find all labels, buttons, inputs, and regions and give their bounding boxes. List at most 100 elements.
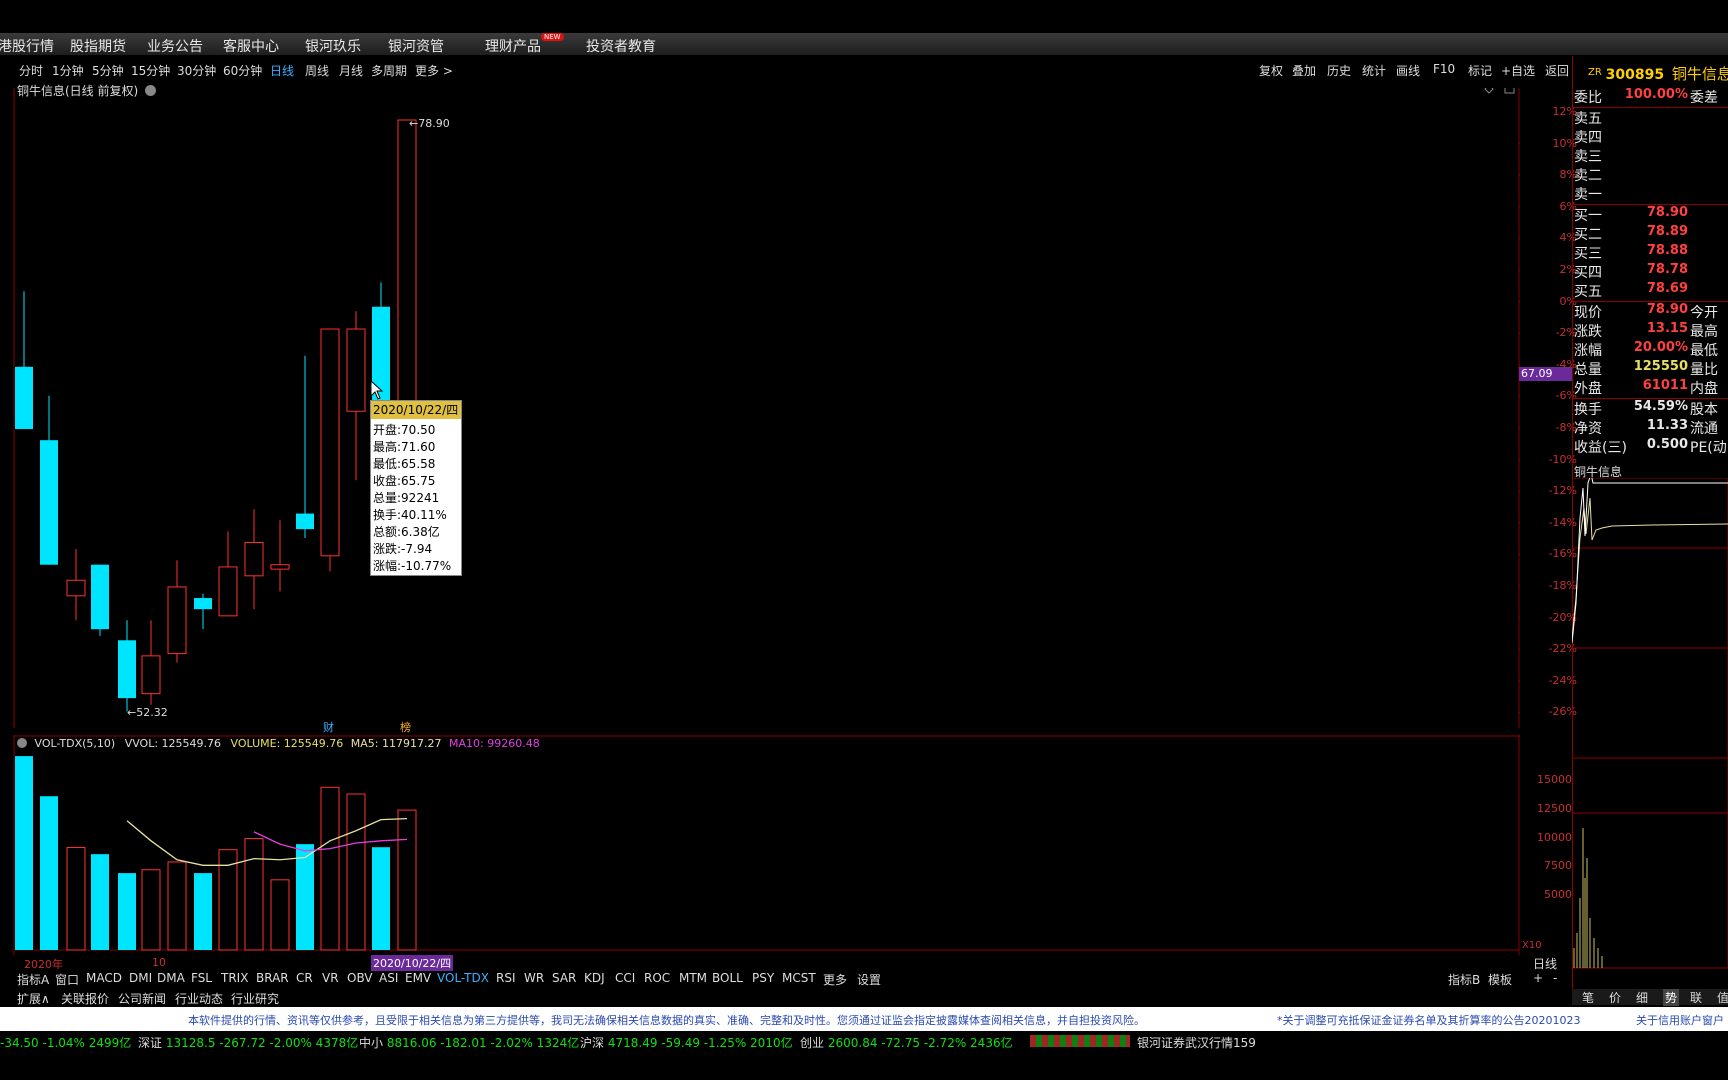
indicator-tab-roc[interactable]: ROC <box>644 971 670 985</box>
stat-value: 61011 <box>1642 378 1688 393</box>
sell4-row: 卖四 <box>1574 127 1728 146</box>
candle-body-up <box>270 564 290 570</box>
industry-research-tab[interactable]: 行业研究 <box>231 990 279 1007</box>
percent-tick: -4% <box>1555 357 1577 371</box>
indicator-tab-vr[interactable]: VR <box>322 971 339 985</box>
tool-draw[interactable]: 画线 <box>1396 62 1420 79</box>
tool-fuquan[interactable]: 复权 <box>1259 62 1283 79</box>
volume-tick: 12500 <box>1537 801 1572 815</box>
expand-tab[interactable]: 扩展∧ <box>17 990 50 1007</box>
indicator-tab-mcst[interactable]: MCST <box>782 971 816 985</box>
indicator-tab-brar[interactable]: BRAR <box>256 971 289 985</box>
indicator-tab-settings[interactable]: 设置 <box>857 971 881 988</box>
zoom-out-button[interactable]: - <box>1553 971 1557 985</box>
ticker-sh-value: -34.50 -1.04% 2499亿 <box>0 1036 132 1050</box>
menu-item-education[interactable]: 投资者教育 <box>586 36 656 56</box>
indicator-tab-dma[interactable]: DMA <box>157 971 185 985</box>
menu-item-hk[interactable]: 港股行情 <box>0 36 54 56</box>
indicator-tab-cci[interactable]: CCI <box>615 971 635 985</box>
period-multi[interactable]: 多周期 <box>371 62 407 79</box>
earnings-marker[interactable]: 财 <box>323 719 334 735</box>
notice-2[interactable]: 关于信用账户窗户 <box>1636 1012 1724 1028</box>
indicator-tab-rsi[interactable]: RSI <box>496 971 516 985</box>
tool-add-watchlist[interactable]: +自选 <box>1501 62 1535 79</box>
indicator-tab-fsl[interactable]: FSL <box>191 971 212 985</box>
buy2-label: 买二 <box>1574 227 1602 243</box>
indicator-tab-trix[interactable]: TRIX <box>221 971 248 985</box>
tool-overlay[interactable]: 叠加 <box>1292 62 1316 79</box>
sell5-row: 卖五 <box>1574 108 1728 127</box>
period-fenshi[interactable]: 分时 <box>19 62 43 79</box>
tooltip-change: 涨跌:-7.94 <box>373 542 433 556</box>
stat-value: 54.59% <box>1633 399 1688 414</box>
indicator-tab-mtm[interactable]: MTM <box>679 971 707 985</box>
indicator-tab-wr[interactable]: WR <box>524 971 544 985</box>
mini-tab-value[interactable]: 值 <box>1717 989 1728 1006</box>
indicator-tab-macd[interactable]: MACD <box>86 971 122 985</box>
indicator-tab-sar[interactable]: SAR <box>552 971 576 985</box>
indicator-tab-window[interactable]: 窗口 <box>55 971 79 988</box>
indicator-tab-a[interactable]: 指标A <box>17 971 49 988</box>
mini-tab-trade[interactable]: 笔 <box>1582 989 1594 1006</box>
indicator-tab-boll[interactable]: BOLL <box>712 971 743 985</box>
indicator-tab-obv[interactable]: OBV <box>347 971 373 985</box>
mini-tab-detail[interactable]: 细 <box>1636 989 1648 1006</box>
tool-back[interactable]: 返回 <box>1545 62 1569 79</box>
candle-body-down <box>118 640 136 699</box>
industry-news-tab[interactable]: 行业动态 <box>175 990 223 1007</box>
period-more[interactable]: 更多 > <box>415 62 453 79</box>
tool-history[interactable]: 历史 <box>1327 62 1351 79</box>
indicator-tab-kdj[interactable]: KDJ <box>584 971 605 985</box>
indicator-tab-cr[interactable]: CR <box>296 971 313 985</box>
percent-tick: -22% <box>1548 642 1577 656</box>
period-weekly[interactable]: 周线 <box>305 62 329 79</box>
indicator-tab-dmi[interactable]: DMI <box>129 971 152 985</box>
x-axis-year: 2020年 <box>24 958 63 971</box>
period-60min[interactable]: 60分钟 <box>223 62 262 79</box>
stat-row-outer: 外盘 61011 内盘 <box>1574 378 1728 397</box>
ticker-bar: -34.50 -1.04% 2499亿 深证 13128.5 -267.72 -… <box>0 1031 1728 1051</box>
menu-item-finance[interactable]: 理财产品 <box>485 36 541 56</box>
company-news-tab[interactable]: 公司新闻 <box>118 990 166 1007</box>
period-15min[interactable]: 15分钟 <box>131 62 170 79</box>
ticker-sz: 深证 13128.5 -267.72 -2.00% 4378亿 <box>138 1034 358 1051</box>
indicator-tab-more[interactable]: 更多 <box>823 971 847 988</box>
menu-item-futures[interactable]: 股指期货 <box>70 36 126 56</box>
menu-item-notice[interactable]: 业务公告 <box>147 36 203 56</box>
tool-stats[interactable]: 统计 <box>1362 62 1386 79</box>
mini-tab-price[interactable]: 价 <box>1609 989 1621 1006</box>
tool-f10[interactable]: F10 <box>1433 62 1455 76</box>
menu-item-asset[interactable]: 银河资管 <box>388 36 444 56</box>
related-quote-tab[interactable]: 关联报价 <box>61 990 109 1007</box>
period-monthly[interactable]: 月线 <box>339 62 363 79</box>
tooltip-high: 最高:71.60 <box>373 440 436 454</box>
menu-item-jiule[interactable]: 银河玖乐 <box>305 36 361 56</box>
percent-tick: -24% <box>1548 673 1577 687</box>
period-30min[interactable]: 30分钟 <box>177 62 216 79</box>
indicator-b-button[interactable]: 指标B <box>1448 971 1480 988</box>
mini-tab-link[interactable]: 联 <box>1690 989 1702 1006</box>
high-price-value: 78.90 <box>418 117 450 130</box>
indicator-tab-asi[interactable]: ASI <box>379 971 398 985</box>
notice-1[interactable]: *关于调整可充抵保证金证券名单及其折算率的公告20201023 <box>1277 1012 1581 1028</box>
sell2-row: 卖二 <box>1574 165 1728 184</box>
mini-tab-trend[interactable]: 势 <box>1663 989 1680 1006</box>
tool-mark[interactable]: 标记 <box>1468 62 1492 79</box>
ticker-sh: -34.50 -1.04% 2499亿 <box>0 1034 131 1051</box>
indicator-tab-vol-tdx[interactable]: VOL-TDX <box>437 971 489 985</box>
zoom-in-button[interactable]: + <box>1533 971 1543 985</box>
candlestick-chart[interactable] <box>0 88 1520 728</box>
stat-label: 涨跌 <box>1574 324 1602 340</box>
volume-tick: 15000 <box>1537 773 1572 786</box>
intraday-mini-chart[interactable] <box>1572 478 1728 978</box>
menu-item-service[interactable]: 客服中心 <box>223 36 279 56</box>
volume-chart[interactable] <box>0 735 1520 955</box>
stat-row-turnover: 换手 54.59% 股本 <box>1574 399 1728 418</box>
period-5min[interactable]: 5分钟 <box>92 62 124 79</box>
period-daily[interactable]: 日线 <box>270 62 294 79</box>
indicator-tab-psy[interactable]: PSY <box>752 971 774 985</box>
template-button[interactable]: 模板 <box>1488 971 1512 988</box>
ranking-marker[interactable]: 榜 <box>400 719 411 735</box>
indicator-tab-emv[interactable]: EMV <box>405 971 431 985</box>
period-1min[interactable]: 1分钟 <box>52 62 84 79</box>
